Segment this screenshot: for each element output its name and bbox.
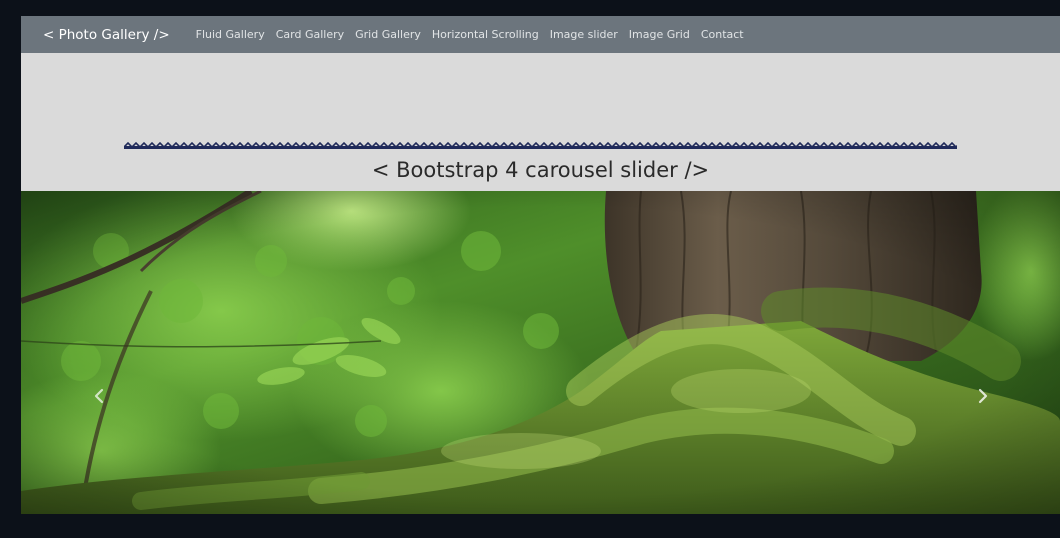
page-frame: < Photo Gallery /> Fluid Gallery Card Ga… (21, 16, 1060, 514)
nav-link-image-slider[interactable]: Image slider (550, 28, 618, 41)
forest-tree-photo (21, 191, 1060, 514)
nav-link-contact[interactable]: Contact (701, 28, 744, 41)
carousel-next-button[interactable] (963, 376, 1003, 416)
carousel-slider[interactable] (21, 191, 1060, 514)
chevron-right-icon (978, 388, 988, 404)
wavy-divider (124, 141, 957, 149)
nav-link-horizontal-scrolling[interactable]: Horizontal Scrolling (432, 28, 539, 41)
nav-link-fluid-gallery[interactable]: Fluid Gallery (196, 28, 265, 41)
nav-link-grid-gallery[interactable]: Grid Gallery (355, 28, 421, 41)
chevron-left-icon (94, 388, 104, 404)
carousel-prev-button[interactable] (79, 376, 119, 416)
section-header: < Bootstrap 4 carousel slider /> (21, 53, 1060, 191)
nav-link-image-grid[interactable]: Image Grid (629, 28, 690, 41)
nav-link-card-gallery[interactable]: Card Gallery (276, 28, 344, 41)
navbar: < Photo Gallery /> Fluid Gallery Card Ga… (21, 16, 1060, 53)
section-title: < Bootstrap 4 carousel slider /> (371, 158, 710, 182)
nav-links: Fluid Gallery Card Gallery Grid Gallery … (196, 28, 755, 41)
brand-link[interactable]: < Photo Gallery /> (43, 27, 170, 43)
